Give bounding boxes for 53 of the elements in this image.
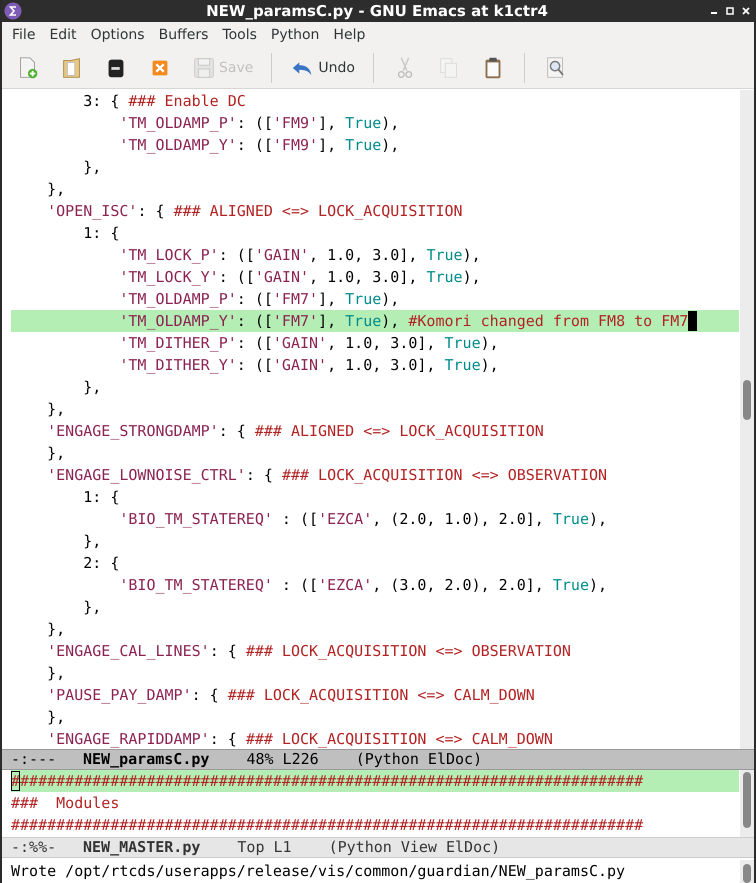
menu-item[interactable]: File <box>5 24 42 46</box>
window-title: NEW_paramsC.py - GNU Emacs at k1ctr4 <box>206 0 548 22</box>
code-line: }, <box>46 443 66 464</box>
undo-button[interactable]: Undo <box>283 51 362 85</box>
code-line: 'ENGAGE_CAL_LINES': { ### LOCK_ACQUISITION <=> OBSERVATION <box>46 641 571 662</box>
menu-item[interactable]: Buffers <box>152 24 216 46</box>
code-line: 2: { <box>82 553 120 574</box>
code-line: }, <box>46 707 66 728</box>
code-line: 1: { <box>82 487 120 508</box>
code-line: 'TM_OLDAMP_Y': (['FM7'], True), #Komori changed from FM8 to FM7 <box>118 311 688 332</box>
code-line: ### Modules <box>11 793 120 814</box>
code-line: }, <box>82 157 102 178</box>
buffer-position: 48% L226 <box>246 749 319 770</box>
menu-item[interactable]: Tools <box>215 24 264 46</box>
code-line: }, <box>46 619 66 640</box>
code-line: }, <box>46 663 66 684</box>
code-line: 'TM_OLDAMP_Y': (['FM9'], True), <box>118 135 400 156</box>
emacs-logo-icon[interactable] <box>4 2 22 20</box>
code-line: 1: { <box>82 223 120 244</box>
major-mode: (Python View ElDoc) <box>328 837 500 858</box>
echo-area-message: Wrote /opt/rtcds/userapps/release/vis/common/guardian/NEW_paramsC.py <box>10 861 626 882</box>
code-line: 'TM_LOCK_P': (['GAIN', 1.0, 3.0], True), <box>118 245 481 266</box>
buffer-position: Top L1 <box>237 837 292 858</box>
code-line: 'PAUSE_PAY_DAMP': { ### LOCK_ACQUISITION <=> CALM_DOWN <box>46 685 535 706</box>
code-line: 'TM_DITHER_Y': (['GAIN', 1.0, 3.0], True), <box>118 355 499 376</box>
mode-line-status: -:%%- <box>11 837 58 858</box>
close-icon[interactable] <box>742 7 750 15</box>
maximize-icon[interactable] <box>726 7 734 15</box>
code-line: }, <box>82 377 102 398</box>
code-line: }, <box>46 179 66 200</box>
code-line: 'TM_OLDAMP_P': (['FM9'], True), <box>118 113 400 134</box>
code-line: 'ENGAGE_LOWNOISE_CTRL': { ### LOCK_ACQUISITION <=> OBSERVATION <box>46 465 608 486</box>
code-line: }, <box>82 531 102 552</box>
code-line: }, <box>82 597 102 618</box>
code-line: 'ENGAGE_RAPIDDAMP': { ### LOCK_ACQUISITION <=> CALM_DOWN <box>46 729 553 749</box>
code-line: 'BIO_TM_STATEREQ' : (['EZCA', (2.0, 1.0), 2.0], True), <box>118 509 608 530</box>
buffer-name: NEW_MASTER.py <box>83 837 200 858</box>
code-line: 'TM_LOCK_Y': (['GAIN', 1.0, 3.0], True), <box>118 267 481 288</box>
code-line: 3: { ### Enable DC <box>82 91 246 112</box>
buffer-name: NEW_paramsC.py <box>83 749 210 770</box>
menu-item[interactable]: Help <box>326 24 372 46</box>
menu-item[interactable]: Options <box>84 24 152 46</box>
code-line: 'ENGAGE_STRONGDAMP': { ### ALIGNED <=> LOCK_ACQUISITION <box>46 421 544 442</box>
code-line: 'BIO_TM_STATEREQ' : (['EZCA', (3.0, 2.0), 2.0], True), <box>118 575 608 596</box>
menu-item[interactable]: Edit <box>42 24 84 46</box>
mode-line-status: -:--- <box>11 749 58 770</box>
code-line: 'TM_DITHER_P': (['GAIN', 1.0, 3.0], True), <box>118 333 499 354</box>
major-mode: (Python ElDoc) <box>356 749 482 770</box>
menu-item[interactable]: Python <box>264 24 326 46</box>
code-line: 'TM_OLDAMP_P': (['FM7'], True), <box>118 289 400 310</box>
code-line: ###################################################################### <box>11 815 644 836</box>
code-line: }, <box>46 399 66 420</box>
code-line: 'OPEN_ISC': { ### ALIGNED <=> LOCK_ACQUISITION <box>46 201 463 222</box>
